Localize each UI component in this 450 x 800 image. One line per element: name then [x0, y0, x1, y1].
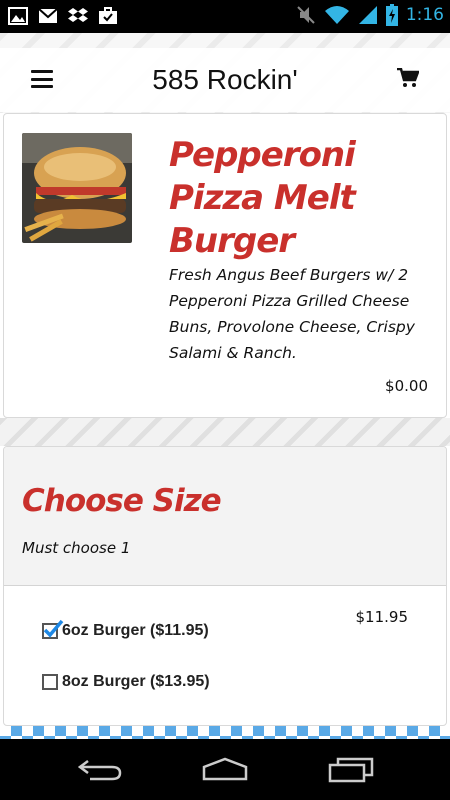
option-6oz[interactable]: 6oz Burger ($11.95) [42, 619, 209, 640]
clock: 1:16 [405, 5, 444, 25]
size-options-card: Choose Size Must choose 1 6oz Burger ($1… [3, 446, 447, 726]
notification-icons [8, 6, 118, 26]
dropbox-icon [68, 8, 88, 22]
image-icon [8, 7, 28, 25]
shopping-cart-icon[interactable] [397, 68, 419, 88]
menu-item-card: Pepperoni Pizza Melt Burger Fresh Angus … [3, 113, 447, 418]
option-8oz[interactable]: 8oz Burger ($13.95) [42, 673, 210, 691]
checkmark-icon [43, 619, 64, 638]
selected-option-price: $11.95 [355, 608, 409, 626]
status-bar: 1:16 [0, 0, 450, 33]
item-price: $0.00 [385, 377, 428, 395]
option-label: 6oz Burger ($11.95) [62, 622, 209, 639]
wifi-icon [324, 6, 349, 24]
briefcase-icon [99, 7, 117, 24]
checkbox-unchecked[interactable] [42, 674, 58, 690]
option-label: 8oz Burger ($13.95) [62, 673, 210, 690]
signal-icon [358, 6, 377, 24]
item-description: Fresh Angus Beef Burgers w/ 2 Pepperoni … [169, 266, 415, 362]
options-subtitle: Must choose 1 [22, 539, 131, 557]
back-icon[interactable] [78, 757, 124, 781]
home-icon[interactable] [200, 757, 250, 781]
navigation-bar [0, 739, 450, 800]
checkered-pattern [0, 725, 450, 739]
battery-icon [385, 4, 398, 26]
app-header: 585 Rockin' [0, 48, 450, 112]
options-title: Choose Size [22, 483, 222, 519]
options-header: Choose Size Must choose 1 [4, 447, 446, 586]
gmail-icon [38, 8, 58, 23]
mute-icon [297, 6, 315, 24]
page-title: 585 Rockin' [152, 64, 298, 95]
recent-apps-icon[interactable] [328, 757, 374, 783]
item-name: Pepperoni Pizza Melt Burger [169, 135, 356, 261]
system-icons: 1:16 [296, 4, 444, 26]
background-pattern [0, 418, 450, 446]
burger-image [22, 133, 132, 243]
checkbox-checked[interactable] [42, 619, 64, 639]
